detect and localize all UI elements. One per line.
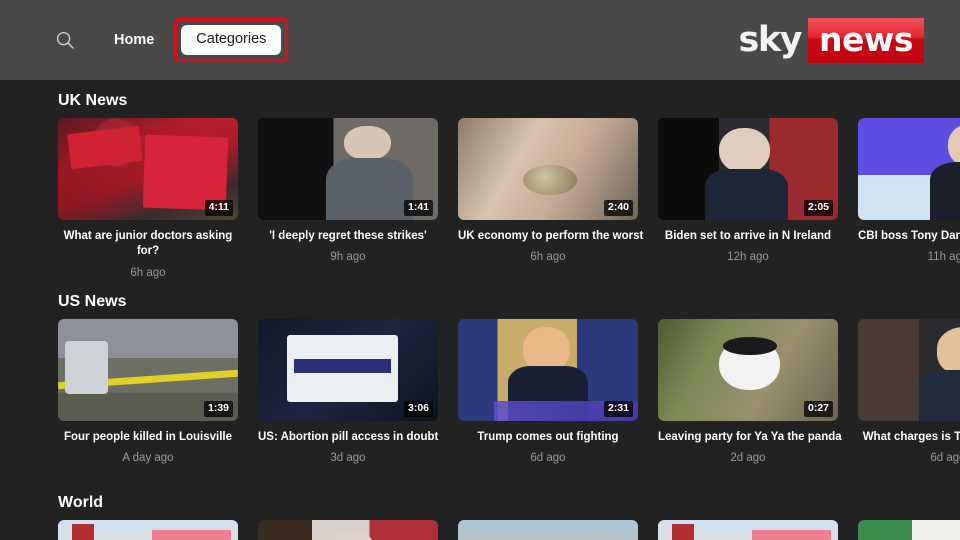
video-title: Four people killed in Louisville	[63, 430, 233, 443]
video-title: What charges is Trump facing?	[862, 430, 960, 443]
video-timestamp: 12h ago	[727, 251, 769, 264]
content-row: World	[0, 494, 960, 540]
video-timestamp: 6d ago	[530, 452, 566, 465]
video-card[interactable]: 2:40 UK economy to perform the worst 6h ag…	[458, 117, 644, 281]
thumbnail-image	[858, 117, 960, 220]
video-card[interactable]: 2:31 Trump comes out fighting 6d ago	[458, 318, 638, 466]
video-timestamp: 9h ago	[330, 251, 366, 264]
duration-badge: 2:05	[803, 200, 833, 216]
thumbnail-image	[258, 519, 438, 540]
duration-badge: 1:39	[203, 401, 233, 417]
logo-news-text: news	[807, 17, 924, 63]
video-title: US: Abortion pill access in doubt	[258, 430, 439, 443]
video-card[interactable]: 1:39 Four people killed in Louisville A da…	[58, 318, 238, 466]
video-thumbnail[interactable]: 1:41	[258, 117, 438, 220]
video-card[interactable]: What charges is Trump facing? 6d ago	[858, 318, 960, 466]
video-card[interactable]: 2:05 Biden set to arrive in N Ireland 12h …	[658, 117, 838, 281]
row-title: UK News	[58, 92, 128, 109]
duration-badge: 2:31	[603, 401, 633, 417]
video-card[interactable]	[458, 519, 638, 540]
video-card[interactable]: 4:11 What are junior doctors asking for? 6…	[58, 117, 238, 281]
video-thumbnail[interactable]	[58, 519, 238, 540]
duration-badge: 2:40	[603, 200, 633, 216]
logo-sky-text: sky	[738, 19, 803, 60]
app-header: Home Categories sky news	[0, 0, 960, 80]
video-card[interactable]	[58, 519, 238, 540]
card-strip	[0, 519, 960, 540]
duration-badge: 4:11	[204, 200, 233, 216]
video-title: CBI boss Tony Danker apologises	[858, 229, 960, 242]
video-thumbnail[interactable]: 4:11	[58, 117, 238, 220]
video-card[interactable]: 1:41 'I deeply regret these strikes' 9h ag…	[258, 117, 438, 281]
video-thumbnail[interactable]	[858, 519, 960, 540]
search-icon[interactable]	[48, 23, 82, 57]
content-row: US News 1:39 Four people killed in Louisvi…	[0, 293, 960, 466]
video-card[interactable]: 0:27 Leaving party for Ya Ya the panda 2d …	[658, 318, 842, 466]
card-strip: 1:39 Four people killed in Louisville A da…	[0, 318, 960, 466]
duration-badge: 0:27	[803, 401, 833, 417]
video-thumbnail[interactable]	[258, 519, 438, 540]
thumbnail-image	[458, 519, 638, 540]
video-thumbnail[interactable]: 2:31	[458, 318, 638, 421]
video-card[interactable]	[658, 519, 838, 540]
row-title: World	[58, 494, 104, 511]
video-card[interactable]: 3:06 US: Abortion pill access in doubt 3d …	[258, 318, 439, 466]
video-timestamp: 3d ago	[330, 452, 366, 465]
thumbnail-image	[858, 318, 960, 421]
video-timestamp: 2d ago	[730, 452, 766, 465]
video-thumbnail[interactable]	[458, 519, 638, 540]
video-timestamp: A day ago	[122, 452, 174, 465]
card-strip: 4:11 What are junior doctors asking for? 6…	[0, 117, 960, 281]
duration-badge: 1:41	[403, 200, 433, 216]
video-thumbnail[interactable]: 2:05	[658, 117, 838, 220]
video-card[interactable]: CBI boss Tony Danker apologises 11h ago	[858, 117, 960, 281]
video-thumbnail[interactable]: 2:40	[458, 117, 638, 220]
video-thumbnail[interactable]	[858, 117, 960, 220]
video-timestamp: 6h ago	[130, 266, 166, 279]
header-nav: Home Categories	[48, 17, 289, 63]
video-card[interactable]	[258, 519, 438, 540]
video-timestamp: 6h ago	[530, 251, 566, 264]
nav-item-home[interactable]: Home	[100, 26, 168, 55]
video-timestamp: 11h ago	[927, 251, 960, 264]
video-title: 'I deeply regret these strikes'	[269, 229, 427, 242]
video-title: Biden set to arrive in N Ireland	[664, 229, 832, 242]
row-title: US News	[58, 293, 127, 310]
thumbnail-image	[58, 519, 238, 540]
thumbnail-image	[658, 519, 838, 540]
video-title: What are junior doctors asking for?	[63, 229, 233, 258]
video-card[interactable]	[858, 519, 960, 540]
video-timestamp: 6d ago	[930, 452, 960, 465]
video-title: UK economy to perform the worst	[458, 229, 644, 242]
video-thumbnail[interactable]: 0:27	[658, 318, 838, 421]
video-thumbnail[interactable]: 3:06	[258, 318, 438, 421]
thumbnail-image	[858, 519, 960, 540]
video-thumbnail[interactable]	[658, 519, 838, 540]
content-row: UK News 4:11 What are junior doctors askin…	[0, 92, 960, 280]
duration-badge: 3:06	[403, 401, 433, 417]
nav-item-categories[interactable]: Categories	[181, 24, 282, 56]
video-title: Leaving party for Ya Ya the panda	[658, 430, 842, 443]
video-title: Trump comes out fighting	[477, 430, 619, 443]
nav-item-categories-focus-ring: Categories	[174, 17, 289, 63]
sky-news-logo: sky news	[738, 17, 924, 63]
content-rows: UK News 4:11 What are junior doctors askin…	[0, 80, 960, 540]
video-thumbnail[interactable]	[858, 318, 960, 421]
video-thumbnail[interactable]: 1:39	[58, 318, 238, 421]
